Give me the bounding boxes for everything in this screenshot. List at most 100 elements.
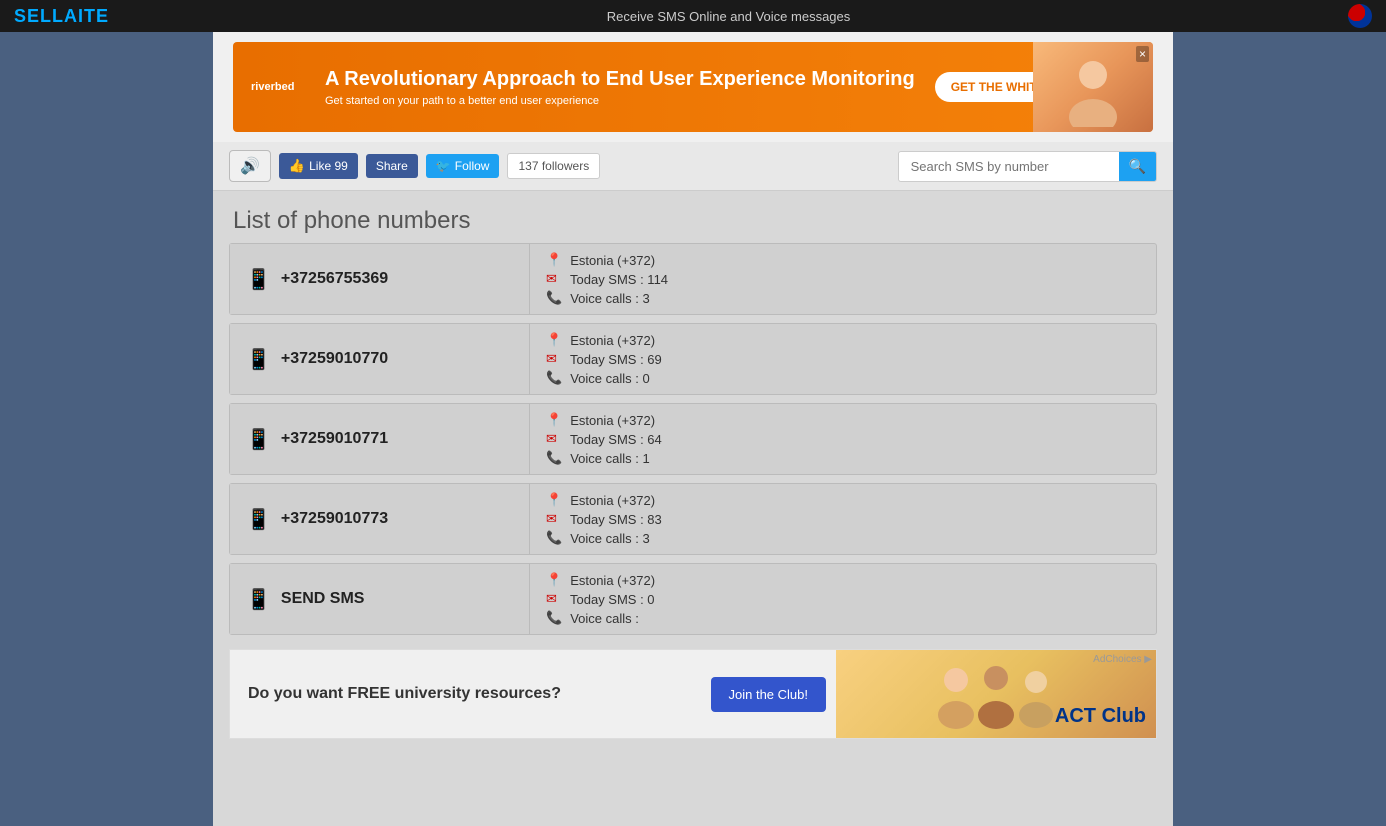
send-sms-count: Today SMS : 0	[570, 592, 655, 607]
voice-row-3: 📞 Voice calls : 1	[546, 450, 1140, 466]
phone-number-link-1[interactable]: 📱 +37256755369	[230, 244, 530, 314]
sms-count-1: Today SMS : 114	[570, 272, 668, 287]
sms-count-4: Today SMS : 83	[570, 512, 662, 527]
location-icon-3: 📍	[546, 412, 562, 428]
main-wrap: riverbed A Revolutionary Approach to End…	[213, 32, 1173, 826]
sms-row-3: ✉ Today SMS : 64	[546, 431, 1140, 447]
voice-count-2: Voice calls : 0	[570, 371, 650, 386]
location-icon-4: 📍	[546, 492, 562, 508]
search-input[interactable]	[899, 153, 1119, 180]
phone-card-4: 📱 +37259010773 📍 Estonia (+372) ✉ Today …	[229, 483, 1157, 555]
facebook-share-button[interactable]: Share	[366, 154, 418, 178]
followers-count: 137 followers	[518, 159, 589, 173]
twitter-icon: 🐦	[436, 159, 451, 173]
sms-icon-4: ✉	[546, 511, 562, 527]
voice-row-2: 📞 Voice calls : 0	[546, 370, 1140, 386]
voice-row-4: 📞 Voice calls : 3	[546, 530, 1140, 546]
card-list: 📱 +37256755369 📍 Estonia (+372) ✉ Today …	[213, 243, 1173, 635]
phone-number-text-2: +37259010770	[281, 350, 388, 368]
topbar-tagline: Receive SMS Online and Voice messages	[607, 9, 851, 24]
phone-info-1: 📍 Estonia (+372) ✉ Today SMS : 114 📞 Voi…	[530, 244, 1156, 314]
phone-icon-1: 📱	[246, 267, 271, 292]
sms-count-3: Today SMS : 64	[570, 432, 662, 447]
phone-info-2: 📍 Estonia (+372) ✉ Today SMS : 69 📞 Voic…	[530, 324, 1156, 394]
voice-icon-1: 📞	[546, 290, 562, 306]
logo-end: ITE	[78, 6, 109, 26]
voice-count-3: Voice calls : 1	[570, 451, 650, 466]
sound-button[interactable]: 🔊	[229, 150, 271, 182]
voice-count-1: Voice calls : 3	[570, 291, 650, 306]
page-title-wrap: List of phone numbers	[213, 191, 1173, 243]
phone-icon-2: 📱	[246, 347, 271, 372]
share-label: Share	[376, 159, 408, 173]
search-button[interactable]: 🔍	[1119, 152, 1156, 181]
send-voice-icon: 📞	[546, 610, 562, 626]
ad-bottom-headline: Do you want FREE university resources?	[248, 684, 683, 705]
phone-number-text-4: +37259010773	[281, 510, 388, 528]
send-country-text: Estonia (+372)	[570, 573, 655, 588]
country-text-2: Estonia (+372)	[570, 333, 655, 348]
ad-bottom-brand: ACT Club	[1055, 705, 1146, 728]
country-text-1: Estonia (+372)	[570, 253, 655, 268]
ad-bottom-cta-button[interactable]: Join the Club!	[711, 677, 827, 712]
ad-headline: A Revolutionary Approach to End User Exp…	[325, 67, 915, 91]
sms-icon-3: ✉	[546, 431, 562, 447]
topbar: SELLAITE Receive SMS Online and Voice me…	[0, 0, 1386, 32]
ad-brand: riverbed	[251, 81, 311, 93]
country-text-4: Estonia (+372)	[570, 493, 655, 508]
ad-banner-top: riverbed A Revolutionary Approach to End…	[213, 32, 1173, 142]
voice-icon-4: 📞	[546, 530, 562, 546]
ad-subline: Get started on your path to a better end…	[325, 95, 915, 107]
logo-accent: A	[64, 6, 78, 26]
sound-icon: 🔊	[240, 158, 260, 175]
location-icon-1: 📍	[546, 252, 562, 268]
send-sms-row: ✉ Today SMS : 0	[546, 591, 1140, 607]
country-row-1: 📍 Estonia (+372)	[546, 252, 1140, 268]
voice-row-1: 📞 Voice calls : 3	[546, 290, 1140, 306]
phone-card-1: 📱 +37256755369 📍 Estonia (+372) ✉ Today …	[229, 243, 1157, 315]
location-icon-2: 📍	[546, 332, 562, 348]
phone-icon-4: 📱	[246, 507, 271, 532]
followers-badge: 137 followers	[507, 153, 600, 179]
phone-number-link-2[interactable]: 📱 +37259010770	[230, 324, 530, 394]
search-wrap: 🔍	[898, 151, 1157, 182]
country-row-2: 📍 Estonia (+372)	[546, 332, 1140, 348]
send-location-icon: 📍	[546, 572, 562, 588]
ad-close-button[interactable]: ×	[1136, 46, 1149, 62]
sms-row-1: ✉ Today SMS : 114	[546, 271, 1140, 287]
send-sms-info: 📍 Estonia (+372) ✉ Today SMS : 0 📞 Voice…	[530, 564, 1156, 634]
send-sms-link[interactable]: 📱 SEND SMS	[230, 564, 530, 634]
ad-bottom-content: Do you want FREE university resources?	[230, 650, 701, 738]
logo-main: SELL	[14, 6, 64, 26]
ad-banner-bottom: AdChoices ▶ Do you want FREE university …	[229, 649, 1157, 739]
flag-icon	[1348, 4, 1372, 28]
phone-number-link-3[interactable]: 📱 +37259010771	[230, 404, 530, 474]
phone-info-4: 📍 Estonia (+372) ✉ Today SMS : 83 📞 Voic…	[530, 484, 1156, 554]
send-sms-envelope-icon: ✉	[546, 591, 562, 607]
ad-photo-graphic	[1053, 47, 1133, 127]
sms-icon-1: ✉	[546, 271, 562, 287]
country-text-3: Estonia (+372)	[570, 413, 655, 428]
phone-number-text-1: +37256755369	[281, 270, 388, 288]
logo: SELLAITE	[14, 6, 109, 27]
send-sms-card: 📱 SEND SMS 📍 Estonia (+372) ✉ Today SMS …	[229, 563, 1157, 635]
send-voice-count: Voice calls :	[570, 611, 639, 626]
phone-number-link-4[interactable]: 📱 +37259010773	[230, 484, 530, 554]
twitter-follow-button[interactable]: 🐦 Follow	[426, 154, 500, 178]
sms-row-2: ✉ Today SMS : 69	[546, 351, 1140, 367]
facebook-like-button[interactable]: 👍 Like 99	[279, 153, 358, 179]
search-icon: 🔍	[1129, 158, 1146, 174]
voice-count-4: Voice calls : 3	[570, 531, 650, 546]
like-label: Like 99	[309, 159, 348, 173]
ad-bottom-cta-label: Join the Club!	[729, 687, 809, 702]
sms-row-4: ✉ Today SMS : 83	[546, 511, 1140, 527]
phone-card-3: 📱 +37259010771 📍 Estonia (+372) ✉ Today …	[229, 403, 1157, 475]
phone-card-2: 📱 +37259010770 📍 Estonia (+372) ✉ Today …	[229, 323, 1157, 395]
phone-number-text-3: +37259010771	[281, 430, 388, 448]
page-title: List of phone numbers	[233, 207, 1153, 235]
send-sms-label: SEND SMS	[281, 590, 365, 608]
ad-choices-label: AdChoices ▶	[1093, 654, 1152, 665]
follow-label: Follow	[455, 159, 490, 173]
toolbar: 🔊 👍 Like 99 Share 🐦 Follow 137 followers…	[213, 142, 1173, 191]
send-voice-row: 📞 Voice calls :	[546, 610, 1140, 626]
